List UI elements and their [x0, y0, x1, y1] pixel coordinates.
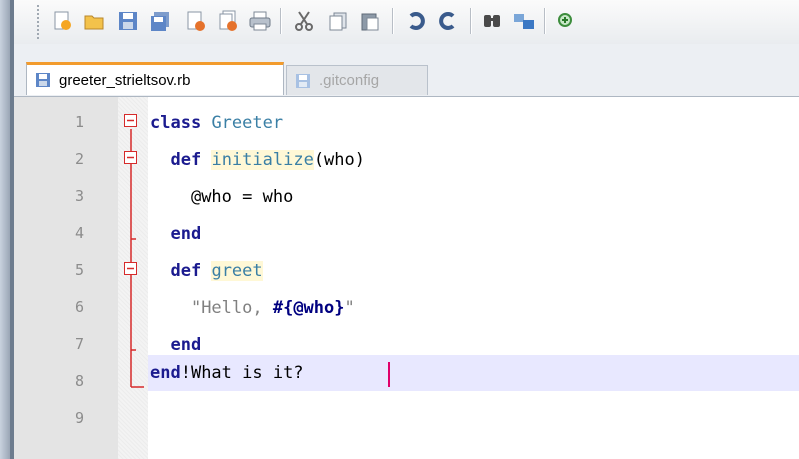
method-name: initialize [211, 150, 314, 170]
save-all-icon[interactable] [146, 7, 174, 35]
code-line-2[interactable]: def initialize(who) [150, 142, 365, 179]
line-number: 5 [74, 261, 84, 279]
window-edge [0, 0, 10, 459]
find-icon[interactable] [478, 7, 506, 35]
fold-collapse-icon[interactable] [124, 151, 138, 165]
method-name: greet [211, 261, 263, 281]
fold-collapse-icon[interactable] [124, 114, 138, 128]
code-line-8[interactable]: end!What is it? [150, 355, 304, 392]
redo-icon[interactable] [434, 7, 462, 35]
close-all-icon[interactable] [214, 7, 242, 35]
save-icon[interactable] [114, 7, 142, 35]
tab-bar: greeter_strieltsov.rb .gitconfig [14, 44, 799, 97]
toolbar [14, 0, 799, 45]
line-number: 2 [74, 150, 84, 168]
toolbar-separator [470, 8, 471, 34]
class-name: Greeter [211, 113, 284, 133]
fold-collapse-icon[interactable] [124, 262, 138, 276]
toolbar-separator [544, 8, 545, 34]
line-number-gutter: 1 2 3 4 5 6 7 8 9 [14, 97, 118, 459]
method-args: (who) [313, 150, 365, 170]
tab-label: greeter_strieltsov.rb [59, 71, 191, 89]
string-literal: " [344, 298, 355, 318]
fold-margin [118, 97, 148, 459]
replace-icon[interactable] [510, 7, 538, 35]
toolbar-separator [392, 8, 393, 34]
code-text: @who = who [190, 187, 294, 207]
code-line-1[interactable]: class Greeter [150, 105, 283, 142]
close-icon[interactable] [182, 7, 210, 35]
text-caret [388, 362, 390, 387]
keyword: def [170, 150, 202, 170]
cut-icon[interactable] [290, 7, 318, 35]
string-interpolation: #{@who} [272, 298, 345, 318]
toolbar-grip[interactable] [36, 4, 40, 40]
print-icon[interactable] [246, 7, 274, 35]
line-number: 6 [74, 298, 84, 316]
keyword: class [150, 113, 202, 133]
copy-icon[interactable] [324, 7, 352, 35]
keyword: end [170, 335, 202, 355]
code-line-4[interactable]: end [150, 216, 201, 253]
tab-label: .gitconfig [319, 72, 380, 89]
paste-icon[interactable] [356, 7, 384, 35]
line-number: 4 [74, 224, 84, 242]
code-line-5[interactable]: def greet [150, 253, 263, 290]
keyword: end [150, 363, 181, 383]
code-text: !What is it? [180, 363, 304, 383]
open-folder-icon[interactable] [80, 7, 108, 35]
line-number: 8 [74, 372, 84, 390]
undo-icon[interactable] [402, 7, 430, 35]
zoom-in-icon[interactable] [552, 7, 580, 35]
string-literal: "Hello, [190, 298, 273, 318]
line-number: 3 [74, 187, 84, 205]
code-line-6[interactable]: "Hello, #{@who}" [150, 290, 355, 327]
line-number: 9 [74, 409, 84, 427]
toolbar-separator [280, 8, 281, 34]
new-file-icon[interactable] [48, 7, 76, 35]
tab-greeter-file[interactable]: greeter_strieltsov.rb [26, 62, 284, 95]
code-line-3[interactable]: @who = who [150, 179, 293, 216]
code-editor[interactable]: 1 2 3 4 5 6 7 8 9 class Greeter def init… [14, 97, 799, 459]
keyword: def [170, 261, 202, 281]
tab-gitconfig[interactable]: .gitconfig [286, 65, 428, 95]
file-saved-icon [35, 72, 51, 88]
line-number: 1 [74, 113, 84, 131]
keyword: end [170, 224, 202, 244]
file-saved-icon [295, 73, 311, 89]
line-number: 7 [74, 335, 84, 353]
